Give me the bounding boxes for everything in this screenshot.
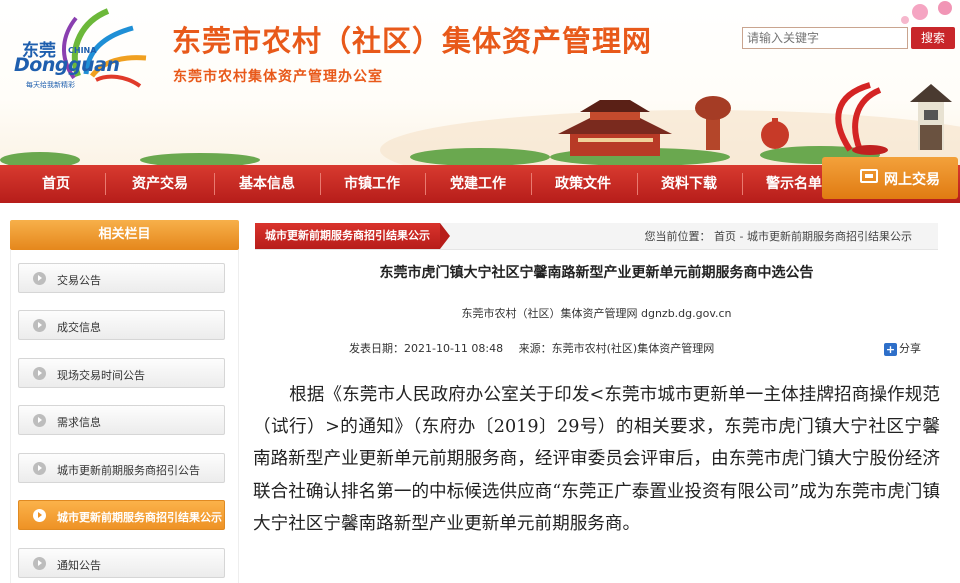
nav-divider <box>531 173 532 195</box>
play-bullet-icon <box>33 557 46 570</box>
site-header: 东莞 CHINA Dongguan 每天给我新精彩 东莞市农村（社区）集体资产管… <box>0 0 960 165</box>
play-bullet-icon <box>33 462 46 475</box>
play-bullet-icon <box>33 509 46 522</box>
online-trading-button[interactable]: 网上交易 <box>822 157 958 199</box>
play-bullet-icon <box>33 319 46 332</box>
sidebar-item-label: 城市更新前期服务商招引结果公示 <box>57 511 222 524</box>
article-body: 根据《东莞市人民政府办公室关于印发<东莞市城市更新单一主体挂牌招商操作规范（试行… <box>253 379 940 540</box>
nav-divider <box>425 173 426 195</box>
sidebar-item-onsite-schedule[interactable]: 现场交易时间公告 <box>18 358 225 388</box>
sidebar-item-notices[interactable]: 通知公告 <box>18 548 225 578</box>
nav-item-home[interactable]: 首页 <box>20 165 92 203</box>
sidebar-item-deal-info[interactable]: 成交信息 <box>18 310 225 340</box>
play-bullet-icon <box>33 414 46 427</box>
section-tab: 城市更新前期服务商招引结果公示 <box>255 223 450 249</box>
nav-item-policy-docs[interactable]: 政策文件 <box>541 165 625 203</box>
main-nav: 首页 资产交易 基本信息 市镇工作 党建工作 政策文件 资料下载 警示名单 <box>0 165 960 203</box>
site-title[interactable]: 东莞市农村（社区）集体资产管理网 <box>172 18 652 60</box>
publish-date: 发表日期：2021-10-11 08:48 <box>349 342 504 355</box>
article-source-line: 东莞市农村（社区）集体资产管理网 dgnzb.dg.gov.cn <box>461 307 732 320</box>
nav-divider <box>637 173 638 195</box>
sidebar-item-demand-info[interactable]: 需求信息 <box>18 405 225 435</box>
sidebar-item-label: 城市更新前期服务商招引公告 <box>57 464 200 477</box>
nav-divider <box>214 173 215 195</box>
sidebar-item-label: 交易公告 <box>57 274 101 287</box>
nav-item-town-work[interactable]: 市镇工作 <box>330 165 414 203</box>
article-paragraph: 根据《东莞市人民政府办公室关于印发<东莞市城市更新单一主体挂牌招商操作规范（试行… <box>253 385 940 534</box>
article-title: 东莞市虎门镇大宁社区宁馨南路新型产业更新单元前期服务商中选公告 <box>379 265 814 281</box>
share-label: 分享 <box>899 342 921 355</box>
article-source: 来源：东莞市农村(社区)集体资产管理网 <box>518 342 715 355</box>
online-trading-label: 网上交易 <box>884 172 940 188</box>
nav-item-asset-trading[interactable]: 资产交易 <box>118 165 202 203</box>
nav-divider <box>320 173 321 195</box>
nav-item-downloads[interactable]: 资料下载 <box>647 165 731 203</box>
nav-divider <box>105 173 106 195</box>
sidebar-item-renewal-recruit-notice[interactable]: 城市更新前期服务商招引公告 <box>18 453 225 483</box>
site-subtitle: 东莞市农村集体资产管理办公室 <box>173 69 383 85</box>
nav-item-party-work[interactable]: 党建工作 <box>436 165 520 203</box>
sidebar-item-label: 现场交易时间公告 <box>57 369 145 382</box>
play-bullet-icon <box>33 272 46 285</box>
nav-item-basic-info[interactable]: 基本信息 <box>225 165 309 203</box>
dongguan-logo[interactable]: 东莞 CHINA Dongguan 每天给我新精彩 <box>8 6 158 98</box>
sidebar-item-label: 通知公告 <box>57 559 101 572</box>
sidebar-item-label: 成交信息 <box>57 321 101 334</box>
search-input[interactable] <box>742 27 908 49</box>
search-box: 搜索 <box>742 27 956 51</box>
sidebar-item-label: 需求信息 <box>57 416 101 429</box>
sidebar-item-renewal-recruit-result[interactable]: 城市更新前期服务商招引结果公示 <box>18 500 225 530</box>
pagoda-illustration <box>558 100 672 156</box>
nav-divider <box>742 173 743 195</box>
sidebar-item-trading-notice[interactable]: 交易公告 <box>18 263 225 293</box>
share-button[interactable]: + 分享 <box>884 340 921 356</box>
sidebar-heading: 相关栏目 <box>10 220 239 250</box>
article-meta: 发表日期：2021-10-11 08:48 来源：东莞市农村(社区)集体资产管理… <box>349 340 726 356</box>
play-bullet-icon <box>33 367 46 380</box>
logo-slogan: 每天给我新精彩 <box>26 81 75 89</box>
monitor-icon <box>860 169 878 183</box>
search-button[interactable]: 搜索 <box>911 27 955 49</box>
breadcrumb[interactable]: 您当前位置： 首页 - 城市更新前期服务商招引结果公示 <box>645 223 912 251</box>
content-header-bar: 城市更新前期服务商招引结果公示 您当前位置： 首页 - 城市更新前期服务商招引结… <box>255 223 938 250</box>
plus-icon: + <box>884 342 897 356</box>
logo-text-en: Dongguan <box>14 54 120 76</box>
